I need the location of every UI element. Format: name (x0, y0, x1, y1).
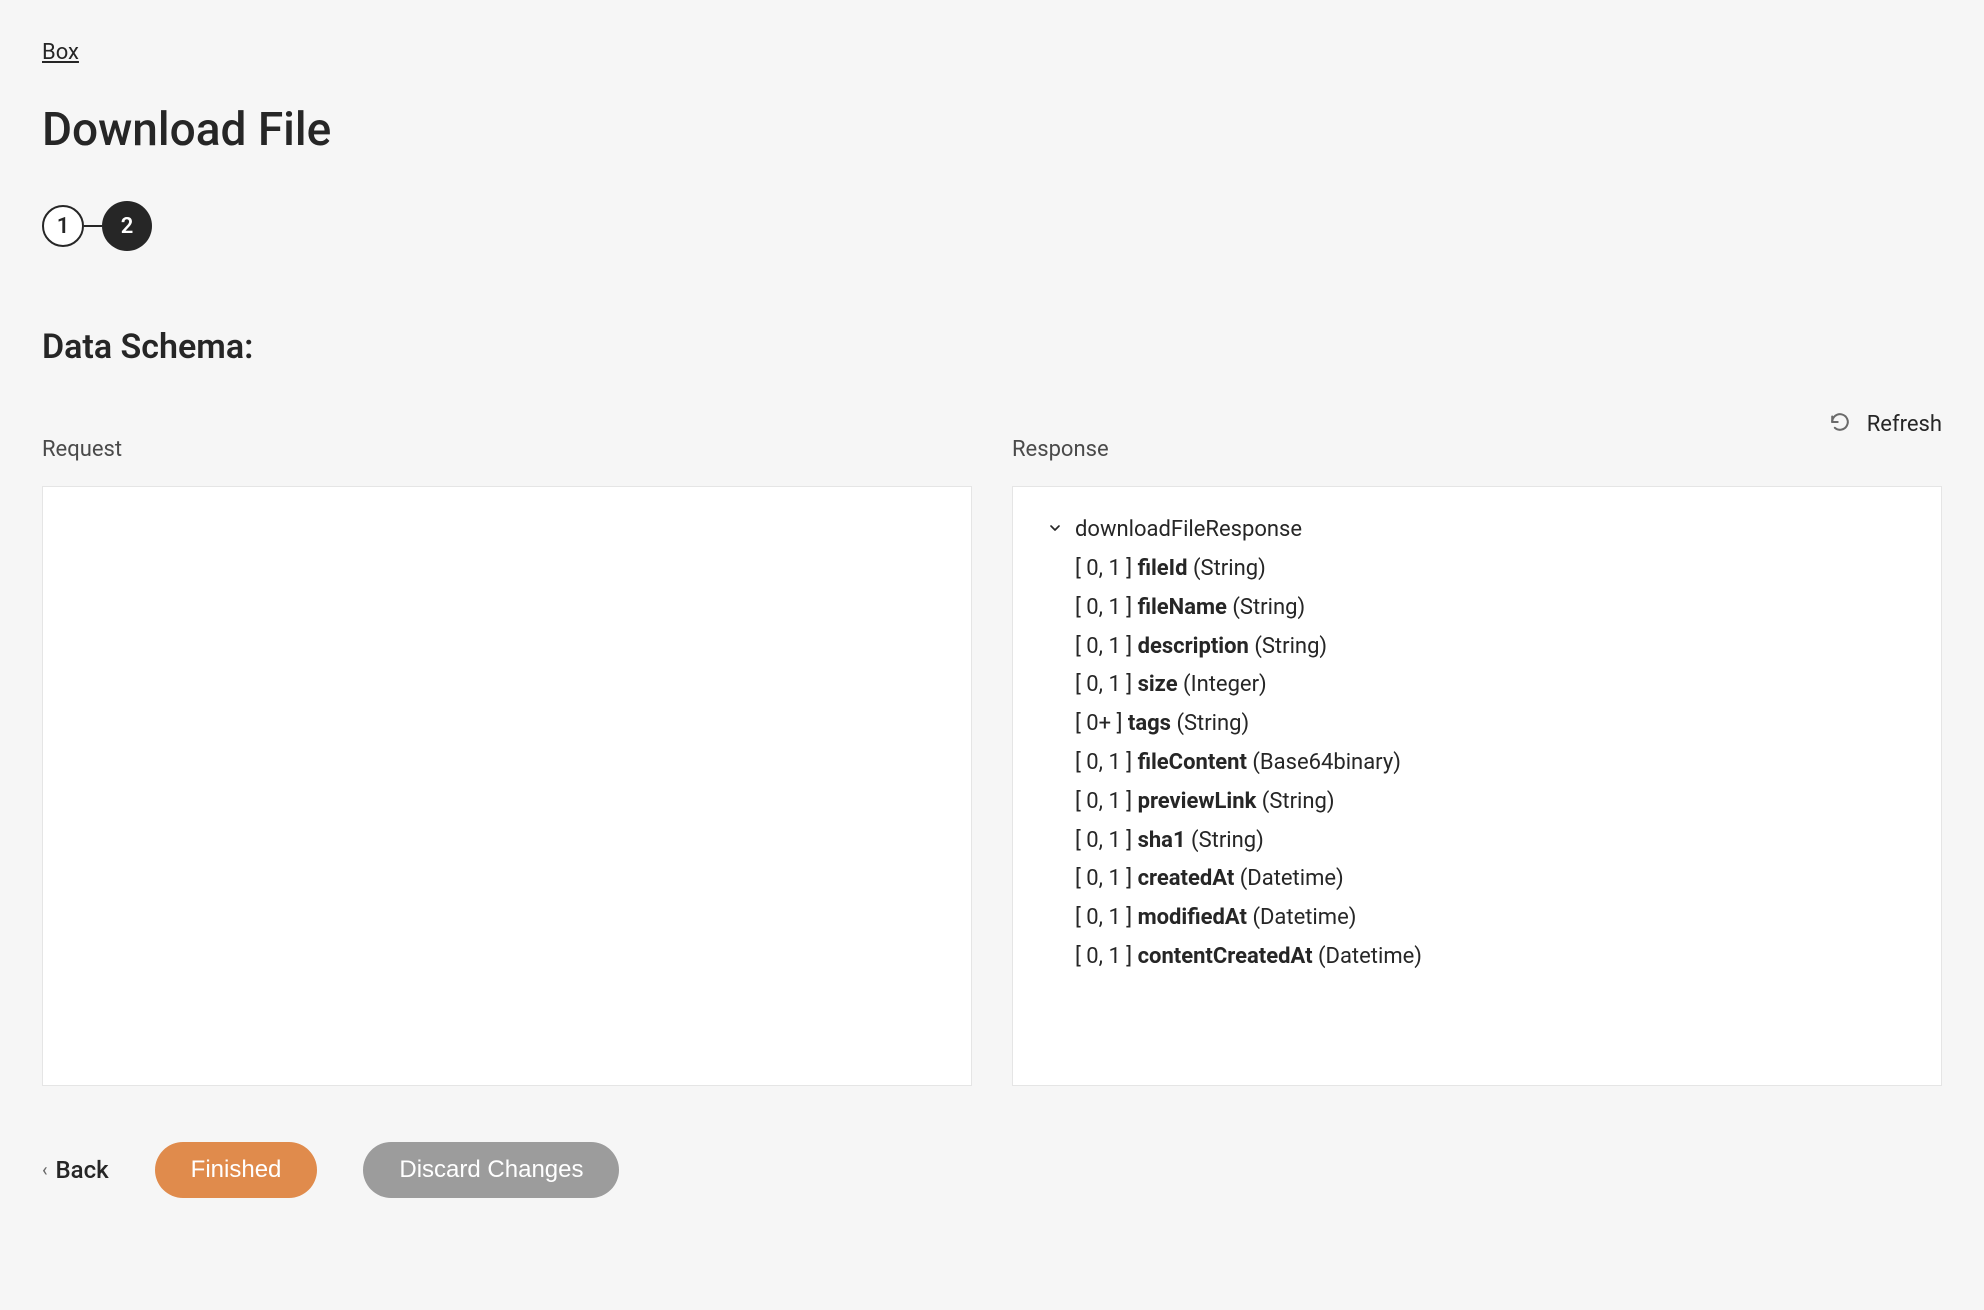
field-name: fileName (1138, 595, 1227, 620)
field-type: (String) (1188, 556, 1266, 581)
field-name: fileContent (1138, 750, 1247, 775)
field-type: (String) (1171, 711, 1249, 736)
field-cardinality: [ 0, 1 ] (1075, 789, 1138, 814)
field-name: createdAt (1138, 866, 1235, 891)
field-cardinality: [ 0, 1 ] (1075, 556, 1138, 581)
field-type: (Datetime) (1247, 905, 1356, 930)
schema-field[interactable]: [ 0+ ] tags (String) (1075, 705, 1907, 744)
response-column: Response downloadFileResponse [ 0, 1 ] f… (1012, 437, 1942, 1086)
response-label: Response (1012, 437, 1942, 462)
tree-children: [ 0, 1 ] fileId (String)[ 0, 1 ] fileNam… (1075, 550, 1907, 977)
tree-node-toggle[interactable]: downloadFileResponse (1047, 517, 1907, 542)
field-name: previewLink (1138, 789, 1257, 814)
field-name: sha1 (1138, 828, 1186, 853)
chevron-left-icon: ‹ (42, 1160, 48, 1181)
field-name: size (1138, 672, 1178, 697)
field-type: (Base64binary) (1247, 750, 1401, 775)
stepper: 1 2 (42, 201, 1942, 251)
field-type: (String) (1186, 828, 1264, 853)
schema-field[interactable]: [ 0, 1 ] fileContent (Base64binary) (1075, 744, 1907, 783)
schema-field[interactable]: [ 0, 1 ] size (Integer) (1075, 666, 1907, 705)
tree-root-label: downloadFileResponse (1075, 517, 1302, 542)
section-title-data-schema: Data Schema: (42, 327, 1942, 367)
back-label: Back (56, 1156, 109, 1184)
field-type: (Datetime) (1313, 944, 1422, 969)
refresh-button[interactable]: Refresh (42, 411, 1942, 437)
field-cardinality: [ 0, 1 ] (1075, 905, 1138, 930)
step-connector (84, 225, 102, 227)
field-name: description (1138, 634, 1249, 659)
step-1[interactable]: 1 (42, 205, 84, 247)
field-cardinality: [ 0, 1 ] (1075, 634, 1138, 659)
breadcrumb-box[interactable]: Box (42, 40, 79, 65)
schema-field[interactable]: [ 0, 1 ] contentCreatedAt (Datetime) (1075, 938, 1907, 977)
field-cardinality: [ 0, 1 ] (1075, 866, 1138, 891)
field-type: (String) (1249, 634, 1327, 659)
finished-button[interactable]: Finished (155, 1142, 318, 1198)
field-type: (Datetime) (1234, 866, 1343, 891)
schema-field[interactable]: [ 0, 1 ] sha1 (String) (1075, 822, 1907, 861)
request-panel[interactable] (42, 486, 972, 1086)
chevron-down-icon (1047, 517, 1063, 542)
step-2[interactable]: 2 (102, 201, 152, 251)
schema-field[interactable]: [ 0, 1 ] fileId (String) (1075, 550, 1907, 589)
field-cardinality: [ 0, 1 ] (1075, 595, 1138, 620)
schema-field[interactable]: [ 0, 1 ] previewLink (String) (1075, 783, 1907, 822)
refresh-label: Refresh (1867, 412, 1942, 437)
back-button[interactable]: ‹ Back (42, 1156, 109, 1184)
field-name: contentCreatedAt (1138, 944, 1313, 969)
field-cardinality: [ 0+ ] (1075, 711, 1128, 736)
field-cardinality: [ 0, 1 ] (1075, 750, 1138, 775)
field-cardinality: [ 0, 1 ] (1075, 828, 1138, 853)
field-name: modifiedAt (1138, 905, 1247, 930)
field-type: (String) (1256, 789, 1334, 814)
field-cardinality: [ 0, 1 ] (1075, 672, 1138, 697)
schema-field[interactable]: [ 0, 1 ] description (String) (1075, 628, 1907, 667)
field-name: fileId (1138, 556, 1188, 581)
field-type: (Integer) (1178, 672, 1267, 697)
discard-changes-button[interactable]: Discard Changes (363, 1142, 619, 1198)
response-panel[interactable]: downloadFileResponse [ 0, 1 ] fileId (St… (1012, 486, 1942, 1086)
request-label: Request (42, 437, 972, 462)
field-name: tags (1128, 711, 1171, 736)
schema-field[interactable]: [ 0, 1 ] modifiedAt (Datetime) (1075, 899, 1907, 938)
field-cardinality: [ 0, 1 ] (1075, 944, 1138, 969)
refresh-icon (1829, 411, 1851, 437)
schema-field[interactable]: [ 0, 1 ] fileName (String) (1075, 589, 1907, 628)
field-type: (String) (1227, 595, 1305, 620)
request-column: Request (42, 437, 972, 1086)
schema-field[interactable]: [ 0, 1 ] createdAt (Datetime) (1075, 860, 1907, 899)
page-title: Download File (42, 103, 1942, 157)
